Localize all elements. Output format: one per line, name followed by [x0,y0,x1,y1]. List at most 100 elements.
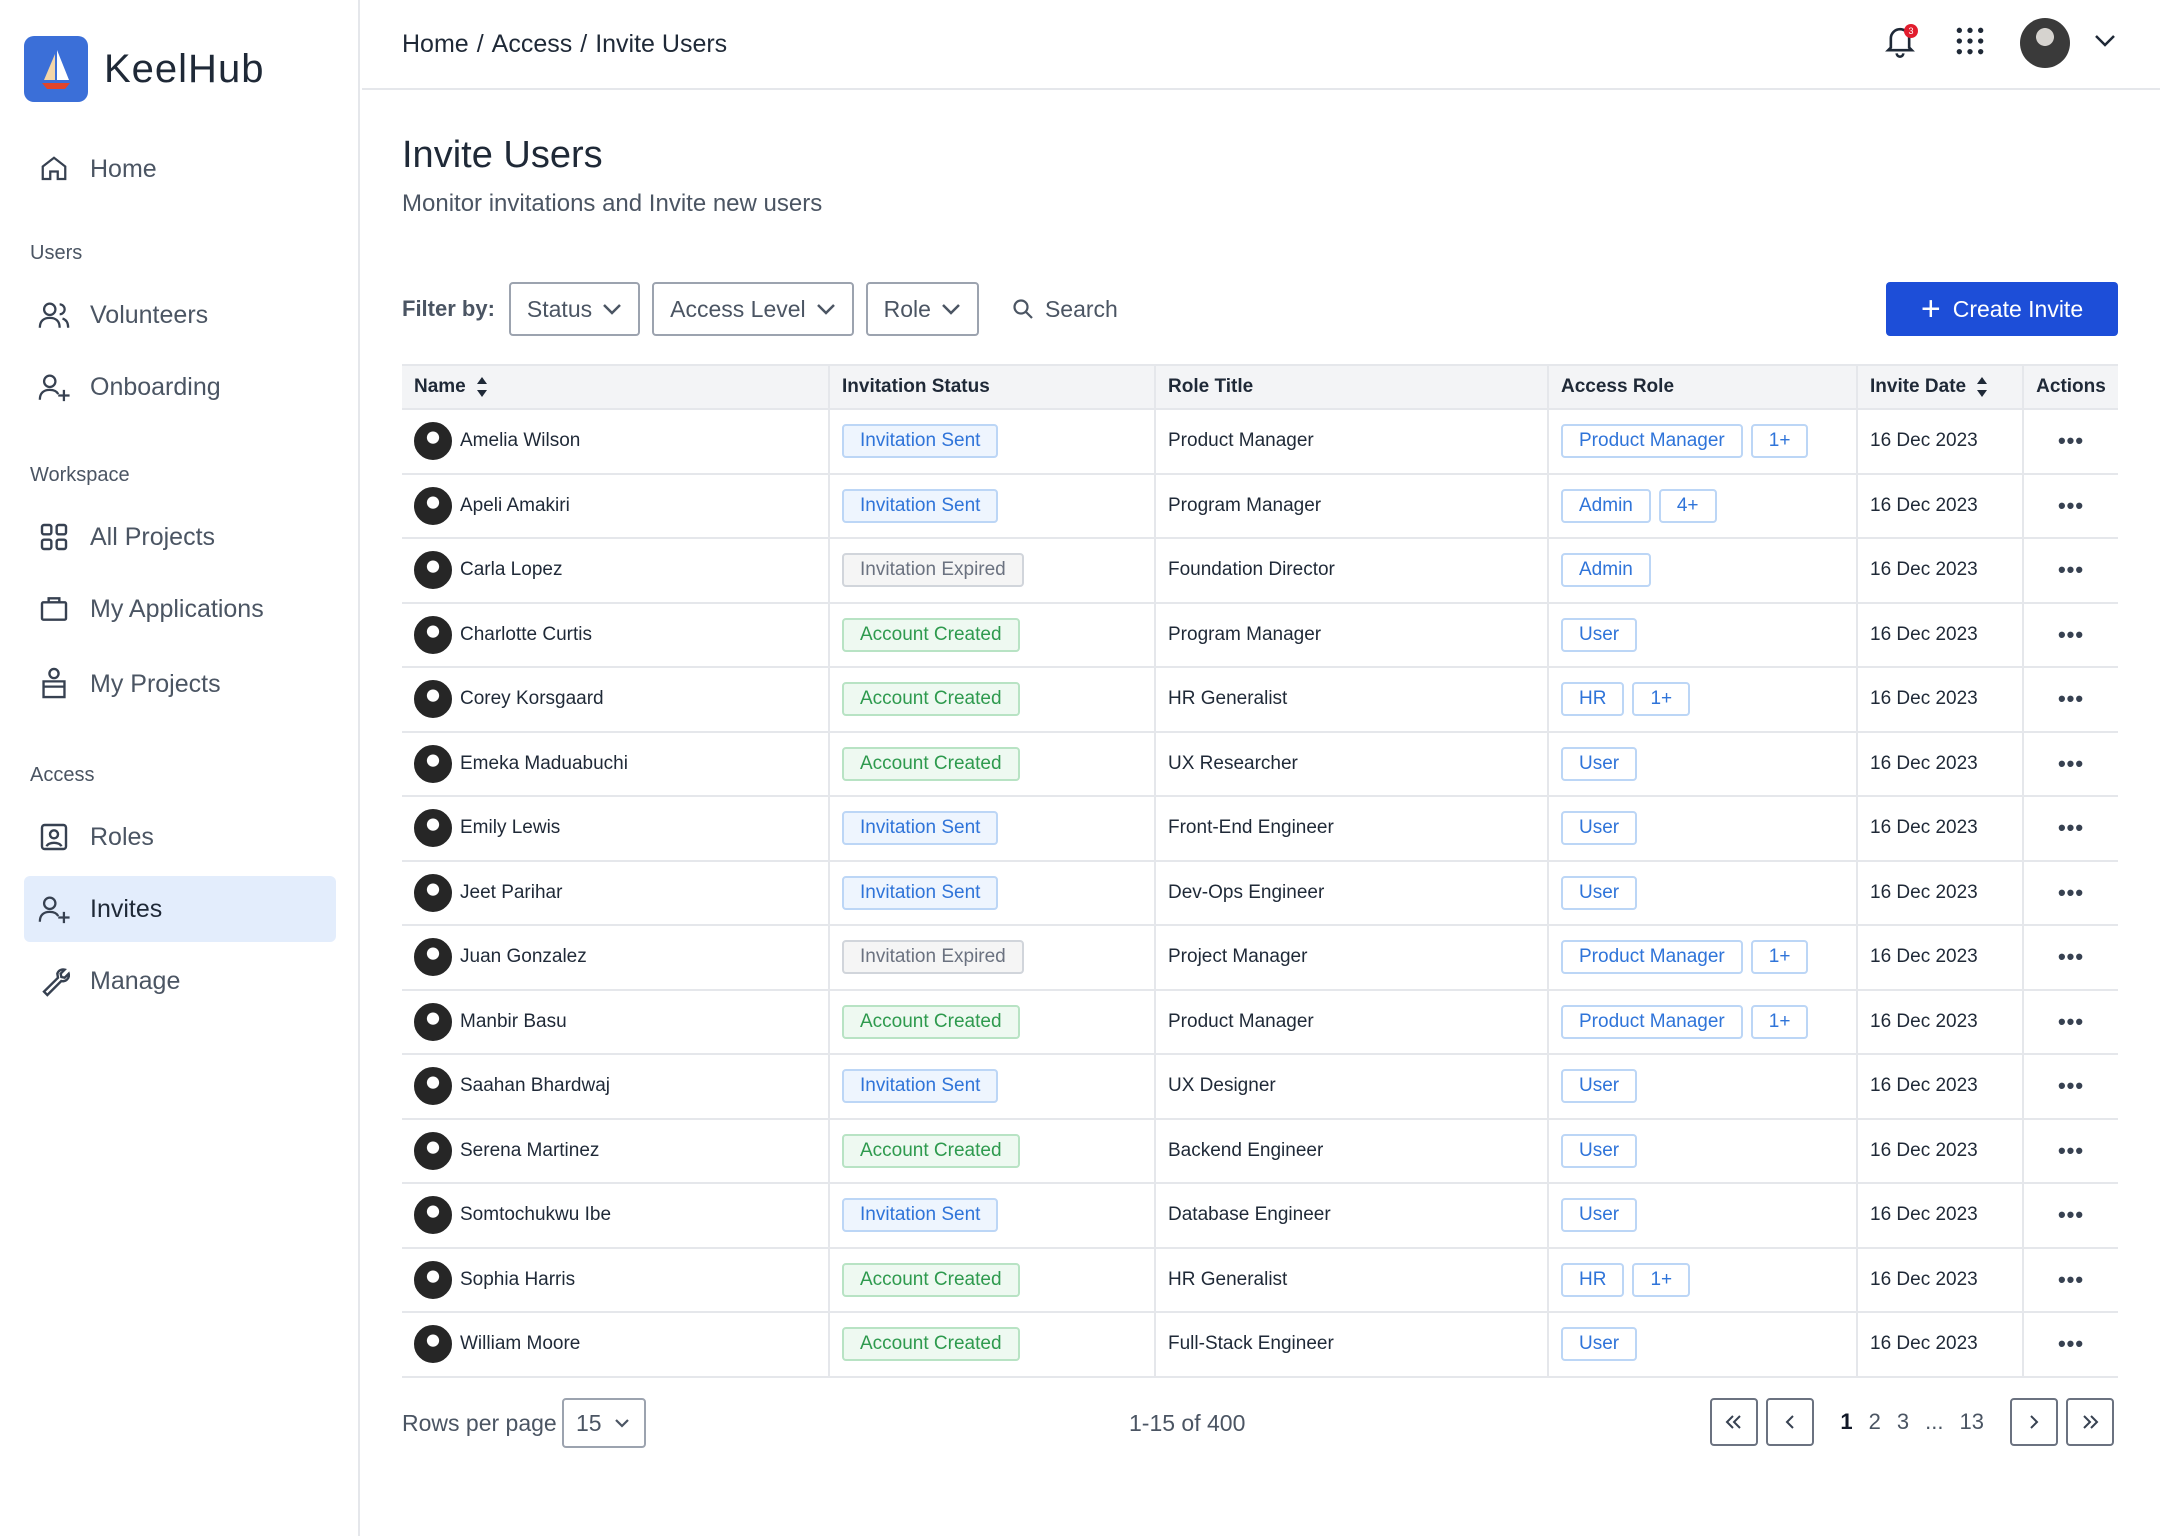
sidebar-item-my-applications[interactable]: My Applications [24,576,336,642]
sidebar-item-roles[interactable]: Roles [24,804,336,870]
user-avatar[interactable] [2020,18,2070,68]
page-1[interactable]: 1 [1840,1409,1852,1435]
table-row[interactable]: William Moore Account Created Full-Stack E… [402,1313,2118,1378]
more-actions-icon[interactable]: ••• [2058,1331,2084,1357]
more-actions-icon[interactable]: ••• [2058,1009,2084,1035]
sidebar-item-volunteers[interactable]: Volunteers [24,282,336,348]
search-input[interactable]: Search [1011,296,1118,323]
access-role-chip[interactable]: 1+ [1632,1262,1691,1297]
rows-per-page-value: 15 [576,1409,602,1436]
access-role-chip[interactable]: User [1561,1133,1638,1168]
sidebar-item-invites[interactable]: Invites [24,876,336,942]
access-role-chip[interactable]: 1+ [1750,940,1809,975]
sidebar-item-onboarding[interactable]: Onboarding [24,354,336,420]
status-filter-dropdown[interactable]: Status [508,282,641,336]
more-actions-icon[interactable]: ••• [2058,493,2084,519]
sidebar-item-label: My Projects [90,669,221,698]
more-actions-icon[interactable]: ••• [2058,1267,2084,1293]
more-actions-icon[interactable]: ••• [2058,880,2084,906]
prev-page-button[interactable] [1766,1398,1815,1446]
sidebar-item-all-projects[interactable]: All Projects [24,504,336,570]
more-actions-icon[interactable]: ••• [2058,557,2084,583]
column-header-label: Invite Date [1870,376,1967,397]
avatar [414,486,452,525]
access-role-chip[interactable]: User [1561,1069,1638,1104]
role-title-cell: Backend Engineer [1156,1119,1549,1182]
role-title: Database Engineer [1168,1204,1331,1226]
access-role-chip[interactable]: User [1561,1327,1638,1362]
access-role-chip[interactable]: User [1561,1198,1638,1233]
role-filter-dropdown[interactable]: Role [865,282,979,336]
table-row[interactable]: Charlotte Curtis Account Created Program M… [402,603,2118,668]
sidebar-item-my-projects[interactable]: My Projects [24,651,336,717]
access-role-chip[interactable]: 1+ [1632,682,1691,717]
table-row[interactable]: Amelia Wilson Invitation Sent Product Mana… [402,410,2118,475]
table-row[interactable]: Carla Lopez Invitation Expired Foundation … [402,539,2118,604]
more-actions-icon[interactable]: ••• [2058,944,2084,970]
table-row[interactable]: Jeet Parihar Invitation Sent Dev-Ops Engin… [402,861,2118,926]
access-role-chip[interactable]: Admin [1561,553,1651,588]
access-role-chip[interactable]: Admin [1561,488,1651,523]
column-header-name[interactable]: Name [402,366,830,408]
breadcrumb-home[interactable]: Home [402,30,469,59]
page-3[interactable]: 3 [1897,1409,1909,1435]
table-row[interactable]: Apeli Amakiri Invitation Sent Program Mana… [402,474,2118,539]
user-name: Saahan Bhardwaj [460,1075,610,1097]
access-role-chip[interactable]: Product Manager [1561,940,1743,975]
column-header-invite-date[interactable]: Invite Date [1858,366,2024,408]
invite-date: 16 Dec 2023 [1870,623,1978,645]
table-row[interactable]: Saahan Bhardwaj Invitation Sent UX Designe… [402,1055,2118,1120]
last-page-button[interactable] [2066,1398,2114,1446]
access-role-chip[interactable]: 4+ [1658,488,1717,523]
role-title-cell: HR Generalist [1156,1248,1549,1311]
notifications-button[interactable]: 3 [1880,23,1920,63]
more-actions-icon[interactable]: ••• [2058,1202,2084,1228]
more-actions-icon[interactable]: ••• [2058,815,2084,841]
account-menu-button[interactable] [2090,28,2120,58]
name-cell: Manbir Basu [402,990,830,1053]
page-2[interactable]: 2 [1869,1409,1881,1435]
table-row[interactable]: Serena Martinez Account Created Backend En… [402,1119,2118,1184]
status-cell: Invitation Sent [830,797,1156,860]
sidebar-item-label: Roles [90,822,154,851]
access-role-chip[interactable]: 1+ [1750,424,1809,459]
apps-grid-button[interactable] [1950,23,1990,63]
first-page-button[interactable] [1710,1398,1759,1446]
table-row[interactable]: Sophia Harris Account Created HR Generalis… [402,1248,2118,1313]
more-actions-icon[interactable]: ••• [2058,751,2084,777]
sidebar-item-manage[interactable]: Manage [24,948,336,1014]
table-row[interactable]: Emily Lewis Invitation Sent Front-End Engi… [402,797,2118,862]
status-cell: Invitation Expired [830,539,1156,602]
access-role-chip[interactable]: User [1561,617,1638,652]
access-role-chip[interactable]: Product Manager [1561,1004,1743,1039]
more-actions-icon[interactable]: ••• [2058,428,2084,454]
table-row[interactable]: Emeka Maduabuchi Account Created UX Resear… [402,732,2118,797]
sidebar-item-home[interactable]: Home [24,136,336,202]
access-role-chip[interactable]: HR [1561,1262,1625,1297]
access-role-chip[interactable]: 1+ [1750,1004,1809,1039]
more-actions-icon[interactable]: ••• [2058,686,2084,712]
table-row[interactable]: Manbir Basu Account Created Product Manage… [402,990,2118,1055]
page-13[interactable]: 13 [1960,1409,1984,1435]
table-row[interactable]: Corey Korsgaard Account Created HR General… [402,668,2118,733]
user-name: Emily Lewis [460,817,561,839]
access-level-filter-dropdown[interactable]: Access Level [652,282,854,336]
brand[interactable]: KeelHub [24,36,264,102]
home-icon [36,151,72,187]
more-actions-icon[interactable]: ••• [2058,1073,2084,1099]
role-title: Program Manager [1168,623,1322,645]
breadcrumb-access[interactable]: Access [492,30,573,59]
access-role-chip[interactable]: User [1561,811,1638,846]
table-row[interactable]: Somtochukwu Ibe Invitation Sent Database E… [402,1184,2118,1249]
more-actions-icon[interactable]: ••• [2058,622,2084,648]
more-actions-icon[interactable]: ••• [2058,1138,2084,1164]
table-row[interactable]: Juan Gonzalez Invitation Expired Project M… [402,926,2118,991]
rows-per-page-select[interactable]: 15 [562,1398,646,1448]
avatar [414,422,452,461]
create-invite-button[interactable]: + Create Invite [1886,282,2118,336]
access-role-chip[interactable]: User [1561,746,1638,781]
access-role-chip[interactable]: User [1561,875,1638,910]
access-role-chip[interactable]: HR [1561,682,1625,717]
access-role-chip[interactable]: Product Manager [1561,424,1743,459]
next-page-button[interactable] [2010,1398,2058,1446]
